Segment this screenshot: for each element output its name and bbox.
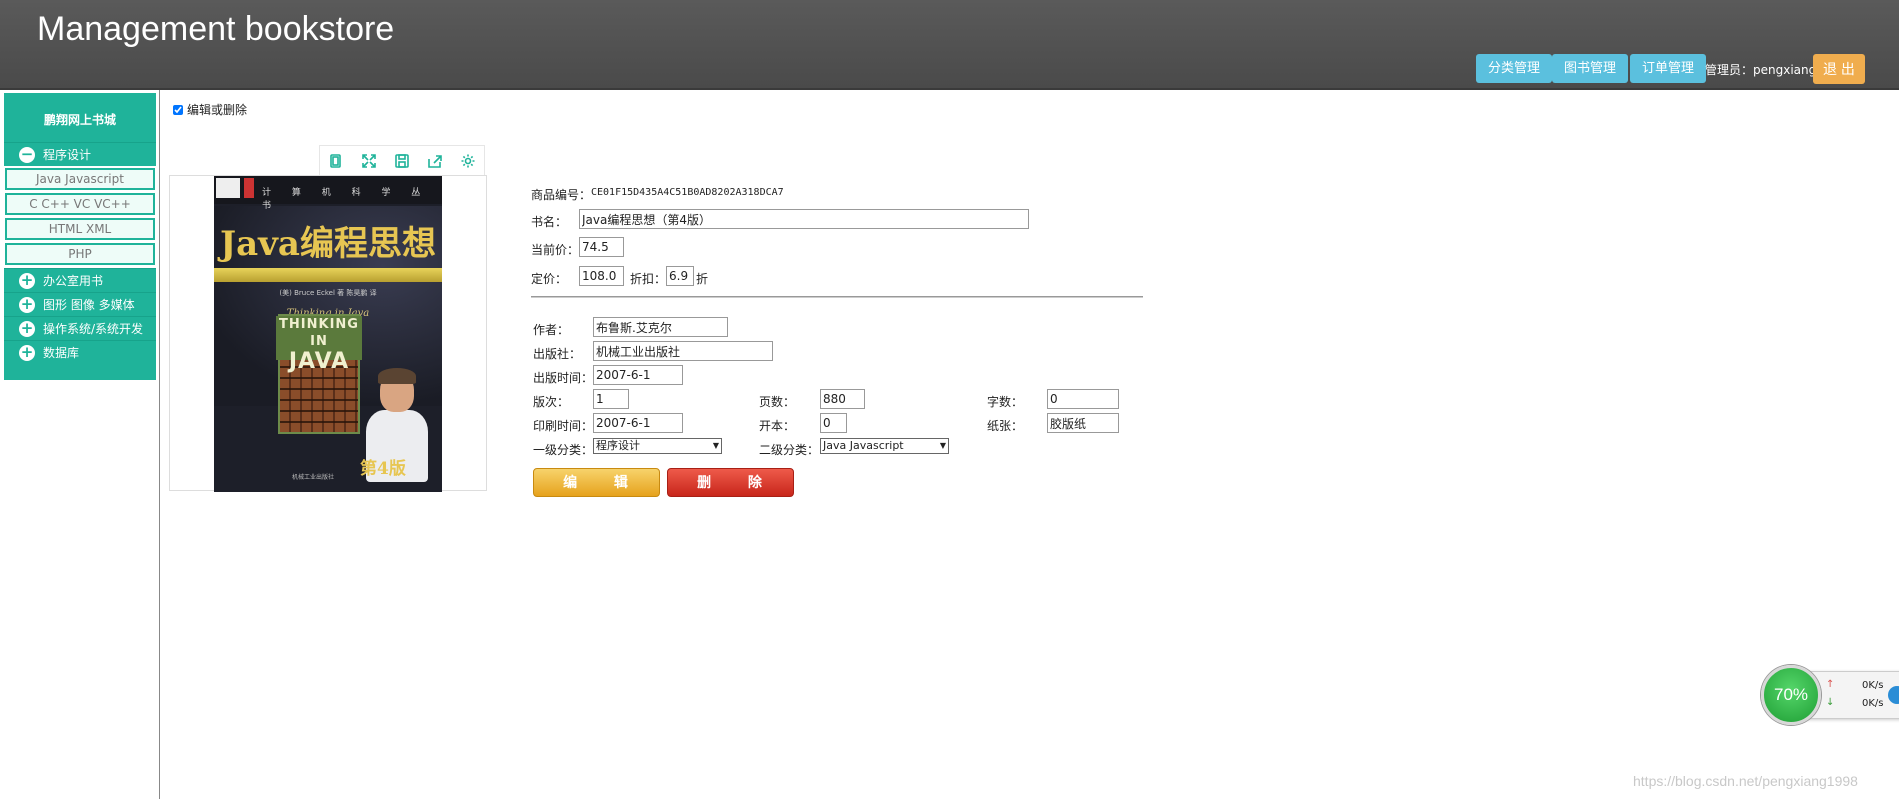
category-programming[interactable]: − 程序设计: [4, 142, 156, 166]
subcategory-html-xml[interactable]: HTML XML: [5, 218, 155, 240]
share-icon[interactable]: [418, 146, 451, 176]
edit-or-delete-toggle[interactable]: 编辑或删除: [173, 101, 247, 118]
chevron-down-icon: ▼: [712, 441, 719, 450]
plus-circle-icon: +: [19, 294, 35, 313]
nav-book-management-button[interactable]: 图书管理: [1552, 54, 1629, 83]
sidebar-footer: [4, 364, 156, 380]
book-name-label: 书名：: [531, 215, 568, 229]
print-date-field[interactable]: [593, 413, 683, 433]
category-database[interactable]: + 数据库: [4, 340, 156, 364]
cat1-selected: 程序设计: [596, 439, 640, 452]
cover-publisher: 机械工业出版社: [292, 474, 335, 481]
edition-field[interactable]: [593, 389, 629, 409]
cat1-label: 一级分类：: [533, 443, 594, 457]
subcategory-php[interactable]: PHP: [5, 243, 155, 265]
subcategory-c-cpp[interactable]: C C++ VC VC++: [5, 193, 155, 215]
fullscreen-icon[interactable]: [353, 146, 386, 176]
book-cover-image: 计 算 机 科 学 丛 书 Java编程思想 (美) Bruce Eckel 著…: [214, 176, 442, 492]
settings-icon[interactable]: [451, 146, 484, 176]
pub-date-field[interactable]: [593, 365, 683, 385]
chevron-down-icon: ▼: [939, 441, 946, 450]
category-label: 程序设计: [43, 147, 92, 162]
category-menu: 鹏翔网上书城 − 程序设计 Java Javascript C C++ VC V…: [4, 93, 156, 380]
category-label: 操作系统/系统开发: [43, 321, 144, 336]
format-field[interactable]: [820, 413, 847, 433]
edit-button[interactable]: 编 辑: [533, 468, 660, 497]
list-price-field[interactable]: [579, 266, 624, 286]
discount-suffix: 折: [696, 272, 709, 286]
item-code-label: 商品编号：: [531, 188, 592, 202]
publisher-logo-icon: [216, 178, 240, 198]
plus-circle-icon: +: [19, 342, 35, 361]
cover-edition: 第4版: [360, 459, 406, 479]
words-label: 字数：: [987, 395, 1024, 409]
cover-title: Java编程思想: [220, 224, 436, 264]
print-date-label: 印刷时间：: [533, 419, 594, 433]
upload-arrow-icon: ↑: [1826, 679, 1835, 690]
author-label: 作者：: [533, 323, 570, 337]
cat2-select[interactable]: Java Javascript ▼: [820, 438, 949, 454]
nav-order-management-button[interactable]: 订单管理: [1630, 54, 1707, 83]
pages-field[interactable]: [820, 389, 865, 409]
sidebar: 鹏翔网上书城 − 程序设计 Java Javascript C C++ VC V…: [0, 90, 160, 799]
delete-button[interactable]: 删 除: [667, 468, 794, 497]
publisher-field[interactable]: [593, 341, 773, 361]
format-label: 开本：: [759, 419, 796, 433]
item-code-value: CE01F15D435A4C51B0AD8202A318DCA7: [591, 187, 784, 198]
download-arrow-icon: ↓: [1826, 697, 1835, 708]
download-speed: 0K/s: [1862, 698, 1884, 709]
copy-icon[interactable]: [320, 146, 353, 176]
form-divider: [531, 296, 1143, 298]
cover-badge-top: THINKING IN: [279, 317, 359, 349]
app-header: Management bookstore 分类管理 图书管理 订单管理 管理员：…: [0, 0, 1899, 90]
admin-label: 管理员：pengxiang: [1705, 63, 1817, 77]
memory-gauge[interactable]: 70%: [1761, 665, 1821, 725]
logout-button[interactable]: 退 出: [1813, 54, 1865, 84]
publisher-label: 出版社：: [533, 347, 582, 361]
subcategory-java-javascript[interactable]: Java Javascript: [5, 168, 155, 190]
edit-or-delete-checkbox[interactable]: [173, 104, 183, 115]
cat1-select[interactable]: 程序设计 ▼: [593, 438, 722, 454]
cover-band: [214, 268, 442, 282]
minus-circle-icon: −: [19, 144, 35, 163]
plus-circle-icon: +: [19, 318, 35, 337]
watermark: https://blog.csdn.net/pengxiang1998: [1633, 773, 1858, 789]
upload-speed: 0K/s: [1862, 680, 1884, 691]
category-graphics[interactable]: + 图形 图像 多媒体: [4, 292, 156, 316]
paper-field[interactable]: [1047, 413, 1119, 433]
category-office[interactable]: + 办公室用书: [4, 268, 156, 292]
category-label: 办公室用书: [43, 273, 104, 288]
book-cover-frame: 计 算 机 科 学 丛 书 Java编程思想 (美) Bruce Eckel 著…: [169, 175, 487, 492]
category-os[interactable]: + 操作系统/系统开发: [4, 316, 156, 340]
category-label: 数据库: [43, 345, 80, 360]
edition-label: 版次：: [533, 395, 570, 409]
edit-or-delete-label: 编辑或删除: [187, 103, 248, 117]
cover-badge: THINKING IN JAVA: [276, 316, 362, 374]
sidebar-brand: 鹏翔网上书城: [4, 93, 156, 142]
publisher-mark-icon: [244, 178, 254, 198]
save-icon[interactable]: [386, 146, 419, 176]
author-field[interactable]: [593, 317, 728, 337]
app-title: Management bookstore: [37, 10, 395, 48]
cat2-selected: Java Javascript: [823, 439, 904, 452]
expand-widget-icon[interactable]: [1888, 686, 1899, 704]
cover-badge-bottom: JAVA: [288, 349, 350, 374]
current-price-field[interactable]: [579, 237, 624, 257]
current-price-label: 当前价：: [531, 243, 580, 257]
cover-authors: (美) Bruce Eckel 著 陈昊鹏 译: [279, 289, 377, 297]
paper-label: 纸张：: [987, 419, 1024, 433]
pages-label: 页数：: [759, 395, 796, 409]
nav-category-management-button[interactable]: 分类管理: [1476, 54, 1553, 83]
discount-field[interactable]: [666, 266, 694, 286]
pub-date-label: 出版时间：: [533, 371, 594, 385]
plus-circle-icon: +: [19, 270, 35, 289]
book-name-field[interactable]: [579, 209, 1029, 229]
words-field[interactable]: [1047, 389, 1119, 409]
list-price-label: 定价：: [531, 272, 568, 286]
category-label: 图形 图像 多媒体: [43, 297, 135, 312]
cat2-label: 二级分类：: [759, 443, 820, 457]
discount-label: 折扣：: [630, 272, 667, 286]
image-toolbar: [319, 145, 485, 175]
